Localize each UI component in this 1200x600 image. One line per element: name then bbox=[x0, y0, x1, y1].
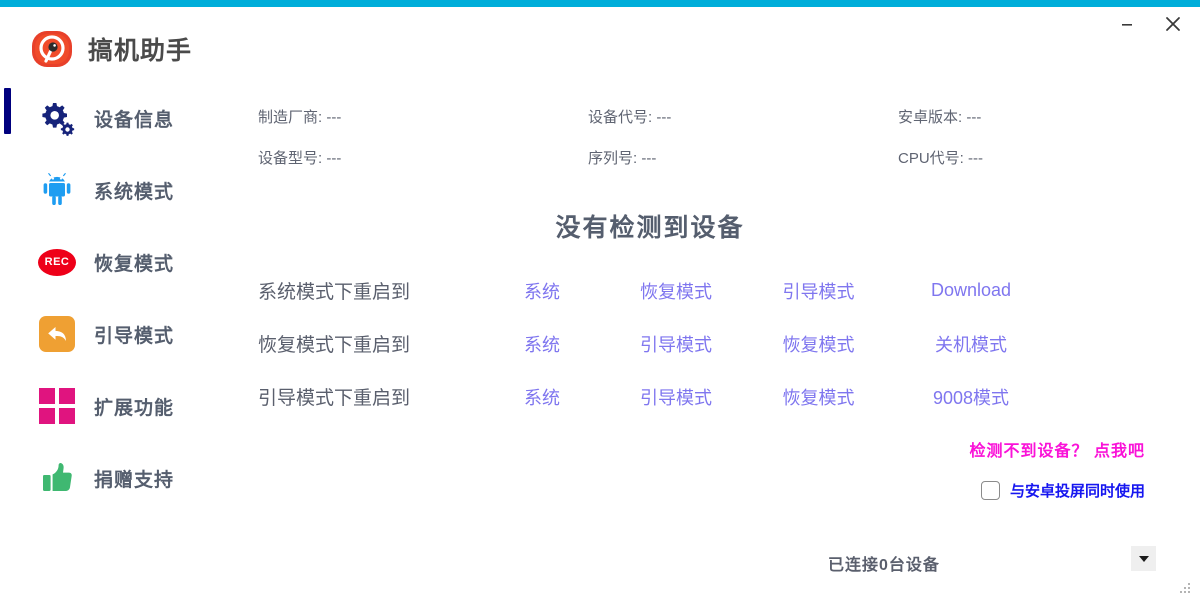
chevron-down-icon bbox=[1139, 556, 1149, 562]
bootloader-to-recovery-link[interactable]: 恢复模式 bbox=[746, 384, 891, 410]
device-info-codename: 设备代号: --- bbox=[588, 106, 898, 127]
sidebar-item-donate[interactable]: 捐赠支持 bbox=[0, 442, 240, 514]
row-label: 恢复模式下重启到 bbox=[240, 330, 478, 357]
recovery-to-bootloader-link[interactable]: 引导模式 bbox=[606, 331, 746, 357]
rec-badge-text: REC bbox=[38, 249, 76, 276]
sidebar-item-label: 扩展功能 bbox=[94, 393, 174, 420]
minimize-button[interactable] bbox=[1114, 11, 1140, 37]
android-robot-icon bbox=[36, 169, 78, 211]
title-bar: 搞机助手 bbox=[0, 7, 1200, 80]
reboot-row-system: 系统模式下重启到 系统 恢复模式 引导模式 Download bbox=[240, 264, 1200, 317]
app-brand: 搞机助手 bbox=[30, 27, 192, 71]
reboot-row-recovery: 恢复模式下重启到 系统 引导模式 恢复模式 关机模式 bbox=[240, 317, 1200, 370]
field-label: CPU代号: bbox=[898, 150, 964, 167]
resize-grip-icon[interactable] bbox=[1180, 583, 1192, 595]
field-value: --- bbox=[968, 150, 983, 167]
field-label: 安卓版本: bbox=[898, 109, 962, 126]
reboot-to-bootloader-link[interactable]: 引导模式 bbox=[746, 278, 891, 304]
app-logo-icon bbox=[30, 27, 74, 71]
field-value: --- bbox=[966, 109, 981, 126]
device-info-grid: 制造厂商: --- 设备代号: --- 安卓版本: --- 设备型号: --- bbox=[258, 96, 1188, 178]
window-controls bbox=[1114, 11, 1186, 37]
app-title: 搞机助手 bbox=[88, 31, 192, 67]
field-label: 设备型号: bbox=[258, 150, 322, 167]
recovery-to-recovery-link[interactable]: 恢复模式 bbox=[746, 331, 891, 357]
rec-badge-icon: REC bbox=[36, 241, 78, 283]
field-label: 制造厂商: bbox=[258, 109, 322, 126]
device-info-serial: 序列号: --- bbox=[588, 147, 898, 168]
checkbox-label: 与安卓投屏同时使用 bbox=[1010, 480, 1145, 501]
sidebar-item-extensions[interactable]: 扩展功能 bbox=[0, 370, 240, 442]
main-content: 制造厂商: --- 设备代号: --- 安卓版本: --- 设备型号: --- bbox=[240, 82, 1200, 542]
field-value: --- bbox=[656, 109, 671, 126]
device-not-detected-link[interactable]: 检测不到设备？ 点我吧 bbox=[970, 437, 1145, 461]
sidebar-item-label: 恢复模式 bbox=[94, 249, 174, 276]
device-info-row: 设备型号: --- 序列号: --- CPU代号: --- bbox=[258, 137, 1188, 178]
recovery-to-system-link[interactable]: 系统 bbox=[478, 331, 606, 357]
active-indicator bbox=[4, 88, 11, 134]
window-accent-bar bbox=[0, 0, 1200, 7]
gears-icon bbox=[36, 97, 78, 139]
sidebar-item-label: 引导模式 bbox=[94, 321, 174, 348]
sidebar-item-recovery-mode[interactable]: REC 恢复模式 bbox=[0, 226, 240, 298]
bootloader-to-bootloader-link[interactable]: 引导模式 bbox=[606, 384, 746, 410]
no-device-headline: 没有检测到设备 bbox=[240, 208, 1060, 244]
sidebar-item-device-info[interactable]: 设备信息 bbox=[0, 82, 240, 154]
grid-squares-shape bbox=[39, 388, 75, 424]
checkbox-box[interactable] bbox=[981, 481, 1000, 500]
reboot-row-bootloader: 引导模式下重启到 系统 引导模式 恢复模式 9008模式 bbox=[240, 370, 1200, 423]
close-button[interactable] bbox=[1160, 11, 1186, 37]
bootloader-to-9008-link[interactable]: 9008模式 bbox=[891, 384, 1051, 410]
device-info-android-version: 安卓版本: --- bbox=[898, 106, 1188, 127]
connected-devices-status: 已连接0台设备 bbox=[828, 551, 940, 575]
thumbs-up-icon bbox=[36, 457, 78, 499]
device-info-model: 设备型号: --- bbox=[258, 147, 588, 168]
row-label: 引导模式下重启到 bbox=[240, 383, 478, 410]
sidebar-item-label: 捐赠支持 bbox=[94, 465, 174, 492]
back-arrow-badge bbox=[39, 316, 75, 352]
reboot-to-download-link[interactable]: Download bbox=[891, 280, 1051, 301]
field-value: --- bbox=[326, 150, 341, 167]
reboot-to-system-link[interactable]: 系统 bbox=[478, 278, 606, 304]
application-window: 搞机助手 bbox=[0, 0, 1200, 600]
field-value: --- bbox=[326, 109, 341, 126]
field-label: 设备代号: bbox=[588, 109, 652, 126]
sidebar-item-boot-mode[interactable]: 引导模式 bbox=[0, 298, 240, 370]
screen-mirror-checkbox[interactable]: 与安卓投屏同时使用 bbox=[981, 480, 1145, 501]
field-value: --- bbox=[641, 150, 656, 167]
sidebar: 设备信息 bbox=[0, 82, 240, 542]
grid-squares-icon bbox=[36, 385, 78, 427]
field-label: 序列号: bbox=[588, 150, 637, 167]
sidebar-item-system-mode[interactable]: 系统模式 bbox=[0, 154, 240, 226]
sidebar-item-label: 系统模式 bbox=[94, 177, 174, 204]
device-list-dropdown-button[interactable] bbox=[1131, 546, 1156, 571]
bootloader-to-system-link[interactable]: 系统 bbox=[478, 384, 606, 410]
back-arrow-icon bbox=[36, 313, 78, 355]
device-info-manufacturer: 制造厂商: --- bbox=[258, 106, 588, 127]
status-bar: 已连接0台设备 bbox=[0, 542, 1200, 600]
device-info-row: 制造厂商: --- 设备代号: --- 安卓版本: --- bbox=[258, 96, 1188, 137]
device-info-cpu: CPU代号: --- bbox=[898, 147, 1188, 168]
sidebar-item-label: 设备信息 bbox=[94, 105, 174, 132]
reboot-to-recovery-link[interactable]: 恢复模式 bbox=[606, 278, 746, 304]
row-label: 系统模式下重启到 bbox=[240, 277, 478, 304]
recovery-to-shutdown-link[interactable]: 关机模式 bbox=[891, 331, 1051, 357]
reboot-actions: 系统模式下重启到 系统 恢复模式 引导模式 Download 恢复模式下重启到 … bbox=[240, 264, 1200, 423]
